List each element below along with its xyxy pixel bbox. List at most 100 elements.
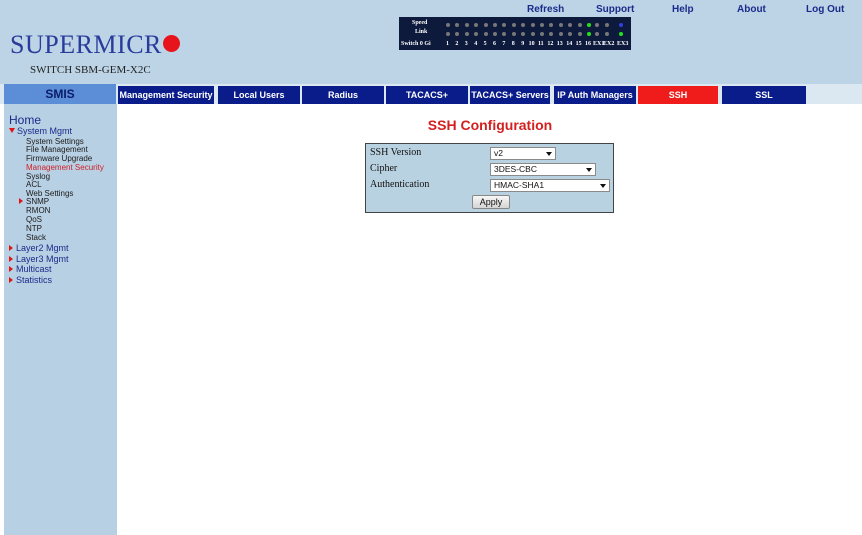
link-led-port-8 [511,32,516,36]
speed-led-port-10 [530,23,535,27]
apply-button[interactable]: Apply [472,195,510,209]
ssh-version-select[interactable]: v2 [490,147,556,160]
speed-led-port-2 [455,23,460,27]
authentication-label: Authentication [370,179,430,190]
chevron-down-icon [600,184,606,188]
tab-radius[interactable]: Radius [302,86,384,104]
link-led-port-1 [446,32,450,36]
link-led-port-3 [464,32,469,36]
tab-management-security[interactable]: Management Security [118,86,214,104]
port-label: 2 [455,41,459,47]
link-led-port-2 [455,32,460,36]
speed-led-port-15 [577,23,582,27]
port-label: 4 [474,41,478,47]
tab-ssl[interactable]: SSL [722,86,806,104]
link-led-port-ex3 [619,32,623,36]
collapsed-arrow-icon [9,266,13,272]
link-led-port-ex2 [605,32,609,36]
refresh-link[interactable]: Refresh [527,4,564,15]
tab-ip-auth-managers[interactable]: IP Auth Managers [554,86,636,104]
port-label: 10 [528,41,535,47]
link-led-port-6 [493,32,497,36]
sidebar-item-system-mgmt[interactable]: System Mgmt [9,126,72,136]
sidebar-item-acl[interactable]: ACL [26,181,42,189]
support-link[interactable]: Support [596,4,634,15]
sidebar-item-snmp[interactable]: SNMP [19,198,49,206]
speed-led-port-16 [587,23,591,27]
link-led-port-11 [540,32,544,36]
port-label: EX2 [603,41,615,47]
smis-label: SMIS [4,84,116,104]
sidebar-item-rmon[interactable]: RMON [26,207,50,215]
sidebar-item-ntp[interactable]: NTP [26,225,42,233]
cipher-select[interactable]: 3DES-CBC [490,163,596,176]
expanded-arrow-icon [9,128,15,133]
port-label: 14 [566,41,573,47]
speed-led-port-4 [474,23,479,27]
ssh-version-label: SSH Version [370,147,422,158]
link-led-port-14 [568,32,573,36]
collapsed-arrow-icon [19,198,23,204]
ssh-config-form: SSH Version v2 Cipher 3DES-CBC Authentic… [365,143,614,213]
port-label: 3 [464,41,468,47]
speed-led-port-9 [521,23,526,27]
sidebar-item-qos[interactable]: QoS [26,216,42,224]
supermicro-logo: SUPERMICR [10,30,180,60]
speed-led-port-11 [540,23,544,27]
sidebar-item-statistics[interactable]: Statistics [9,275,52,285]
switch-row-label: Switch 0 Gi [401,41,431,47]
link-led-port-ex1 [595,32,599,36]
logo-red-dot [162,35,180,52]
sidebar-item-multicast[interactable]: Multicast [9,264,52,274]
link-led-port-10 [530,32,535,36]
link-led-port-15 [577,32,582,36]
logout-link[interactable]: Log Out [806,4,844,15]
tab-ssh[interactable]: SSH [638,86,718,104]
authentication-select[interactable]: HMAC-SHA1 [490,179,610,192]
switch-model-label: SWITCH SBM-GEM-X2C [30,64,151,76]
port-label: 1 [446,41,449,47]
tab-local-users[interactable]: Local Users [218,86,300,104]
port-label: 5 [483,41,487,47]
collapsed-arrow-icon [9,277,13,283]
link-led-port-7 [502,32,507,36]
sidebar-home-link[interactable]: Home [9,113,41,127]
about-link[interactable]: About [737,4,766,15]
sidebar-item-file-management[interactable]: File Management [26,146,88,154]
sidebar-item-stack[interactable]: Stack [26,234,46,242]
speed-led-port-14 [568,23,573,27]
speed-led-port-ex1 [595,23,599,27]
link-led-port-13 [558,32,563,36]
link-led-port-5 [483,32,488,36]
link-led-port-4 [474,32,479,36]
port-label: 6 [493,41,496,47]
speed-row-label: Speed [412,20,428,26]
port-label: 9 [521,41,525,47]
sidebar-item-layer3-mgmt[interactable]: Layer3 Mgmt [9,254,69,264]
sidebar-item-layer2-mgmt[interactable]: Layer2 Mgmt [9,243,69,253]
sidebar-item-firmware-upgrade[interactable]: Firmware Upgrade [26,155,92,163]
speed-led-port-13 [558,23,563,27]
speed-led-port-6 [493,23,497,27]
collapsed-arrow-icon [9,256,13,262]
port-label: 12 [547,41,554,47]
speed-led-port-12 [549,23,554,27]
speed-led-port-8 [511,23,516,27]
port-label: 13 [556,41,563,47]
page-title: SSH Configuration [427,117,553,133]
link-led-port-16 [587,32,591,36]
port-status-panel: Speed Link Switch 0 Gi 1 2 3 4 5 6 7 8 9 10 11 12 13… [399,17,631,50]
speed-led-port-3 [464,23,469,27]
speed-led-port-7 [502,23,507,27]
tab-tacacs[interactable]: TACACS+ [386,86,468,104]
speed-led-port-5 [483,23,488,27]
speed-led-port-1 [446,23,450,27]
link-led-port-9 [521,32,526,36]
port-label: 8 [511,41,515,47]
chevron-down-icon [546,152,552,156]
tab-tacacs-servers[interactable]: TACACS+ Servers [470,86,550,104]
collapsed-arrow-icon [9,245,13,251]
sidebar-item-management-security[interactable]: Management Security [26,164,104,172]
link-led-port-12 [549,32,554,36]
help-link[interactable]: Help [672,4,694,15]
